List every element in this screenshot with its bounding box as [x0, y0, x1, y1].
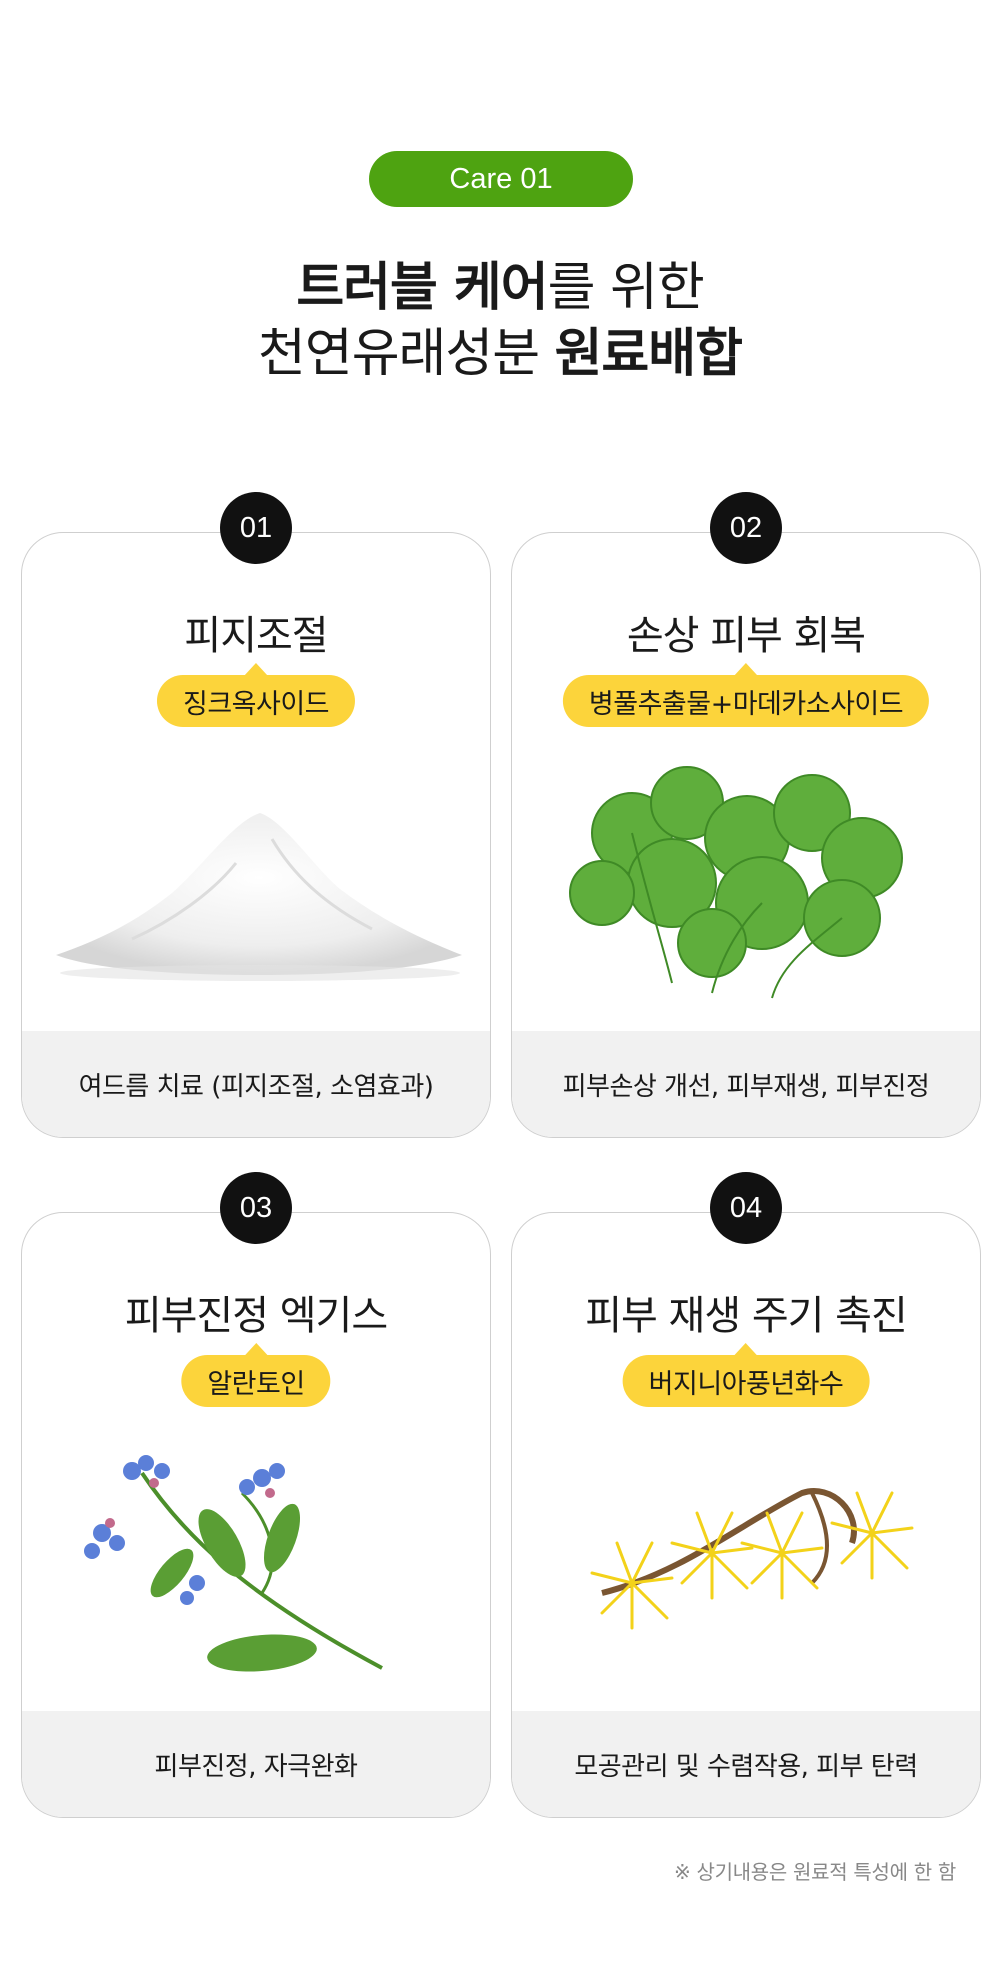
- care-badge: Care 01: [369, 151, 633, 207]
- comfrey-flower-image: [84, 1455, 383, 1672]
- card-description: 여드름 치료 (피지조절, 소염효과): [22, 1031, 490, 1137]
- card-number-badge: 03: [220, 1172, 292, 1244]
- centella-leaves-image: [569, 766, 903, 999]
- ingredient-card-1: 피지조절 징크옥사이드 여드름 치료 (피지조절, 소염효과): [21, 532, 491, 1138]
- ingredient-tag: 병풀추출물+마데카소사이드: [562, 663, 930, 727]
- card-number-badge: 04: [710, 1172, 782, 1244]
- heading-line2-light: 천연유래성분: [258, 324, 555, 384]
- ingredient-tag: 알란토인: [181, 1343, 331, 1407]
- ingredient-tag: 징크옥사이드: [156, 663, 356, 727]
- heading-line1-light: 를 위한: [547, 258, 705, 318]
- heading-line1-bold: 트러블 케어: [296, 258, 548, 318]
- ingredient-tag: 버지니아풍년화수: [622, 1343, 870, 1407]
- card-description: 모공관리 및 수렴작용, 피부 탄력: [512, 1711, 980, 1817]
- page-heading: 트러블 케어를 위한 천연유래성분 원료배합: [0, 255, 1000, 387]
- card-title: 피지조절: [184, 613, 328, 659]
- ingredient-card-4: 피부 재생 주기 촉진 버지니아풍년화수 모공관리 및 수렴작용, 피부 탄력: [511, 1212, 981, 1818]
- card-description: 피부손상 개선, 피부재생, 피부진정: [512, 1031, 980, 1137]
- heading-line2-bold: 원료배합: [554, 324, 743, 384]
- white-powder-image: [56, 813, 462, 981]
- card-number-badge: 02: [710, 492, 782, 564]
- ingredient-card-2: 손상 피부 회복 병풀추출물+마데카소사이드 피부손상 개선, 피부재생, 피부…: [511, 532, 981, 1138]
- card-title: 손상 피부 회복: [626, 613, 866, 659]
- card-title: 피부 재생 주기 촉진: [585, 1293, 908, 1339]
- card-description: 피부진정, 자극완화: [22, 1711, 490, 1817]
- card-title: 피부진정 엑기스: [124, 1293, 388, 1339]
- ingredient-card-3: 피부진정 엑기스 알란토인 피부진정, 자극완화: [21, 1212, 491, 1818]
- footnote: ※ 상기내용은 원료적 특성에 한 함: [673, 1860, 956, 1884]
- card-number-badge: 01: [220, 492, 292, 564]
- witch-hazel-flower-image: [590, 1488, 914, 1630]
